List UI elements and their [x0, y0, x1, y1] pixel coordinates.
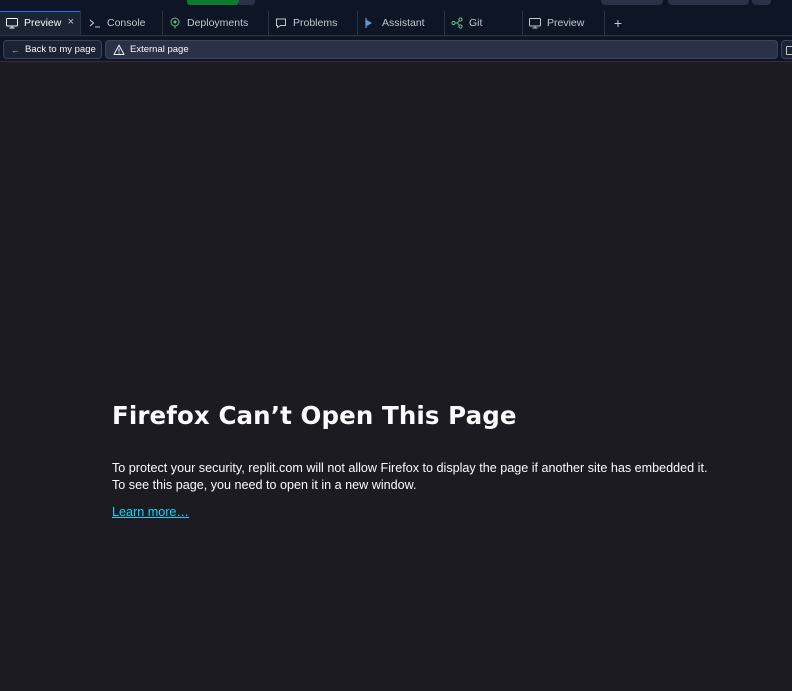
warning-icon: [113, 44, 125, 56]
tab-label: Deployments: [187, 17, 249, 29]
error-message: To protect your security, replit.com wil…: [112, 461, 708, 492]
tab-deployments[interactable]: Deployments: [163, 11, 269, 35]
top-toolbar-strip: [0, 0, 792, 11]
toolbar-button[interactable]: [752, 0, 771, 5]
open-new-window-button[interactable]: [781, 40, 792, 59]
git-branch-icon: [451, 17, 463, 29]
tab-preview[interactable]: Preview: [523, 11, 605, 35]
tab-label: Problems: [293, 17, 338, 29]
learn-more-link[interactable]: Learn more…: [112, 505, 189, 519]
tab-label: Assistant: [382, 17, 425, 29]
close-icon[interactable]: ×: [68, 16, 74, 28]
tab-console[interactable]: Console: [81, 11, 163, 35]
preview-address-bar: ← Back to my page External page: [0, 37, 792, 62]
run-button[interactable]: [187, 0, 239, 5]
assistant-icon: [364, 17, 376, 29]
url-label: External page: [130, 44, 189, 55]
run-options-button[interactable]: [239, 0, 255, 5]
arrow-left-icon: ←: [11, 44, 20, 55]
tab-label: Preview: [547, 17, 585, 29]
tab-label: Preview: [24, 17, 62, 29]
tab-bar: Preview × Console Deployments Problems A…: [0, 11, 792, 36]
tab-problems[interactable]: Problems: [269, 11, 358, 35]
tab-preview-active[interactable]: Preview ×: [0, 11, 81, 35]
tab-assistant[interactable]: Assistant: [358, 11, 445, 35]
tab-git[interactable]: Git: [445, 11, 523, 35]
monitor-icon: [6, 17, 18, 29]
deployments-icon: [169, 17, 181, 29]
error-page: Firefox Can’t Open This Page To protect …: [112, 400, 732, 521]
tab-label: Git: [469, 17, 483, 29]
toolbar-button[interactable]: [668, 0, 749, 5]
toolbar-button[interactable]: [601, 0, 663, 5]
error-title: Firefox Can’t Open This Page: [112, 401, 517, 430]
monitor-icon: [529, 17, 541, 29]
back-to-my-page-button[interactable]: ← Back to my page: [3, 40, 102, 59]
url-field[interactable]: External page: [105, 40, 778, 59]
chat-bubble-icon: [275, 17, 287, 29]
back-button-label: Back to my page: [25, 44, 96, 55]
add-tab-button[interactable]: +: [605, 11, 631, 35]
terminal-icon: [89, 17, 101, 29]
tab-label: Console: [107, 17, 146, 29]
